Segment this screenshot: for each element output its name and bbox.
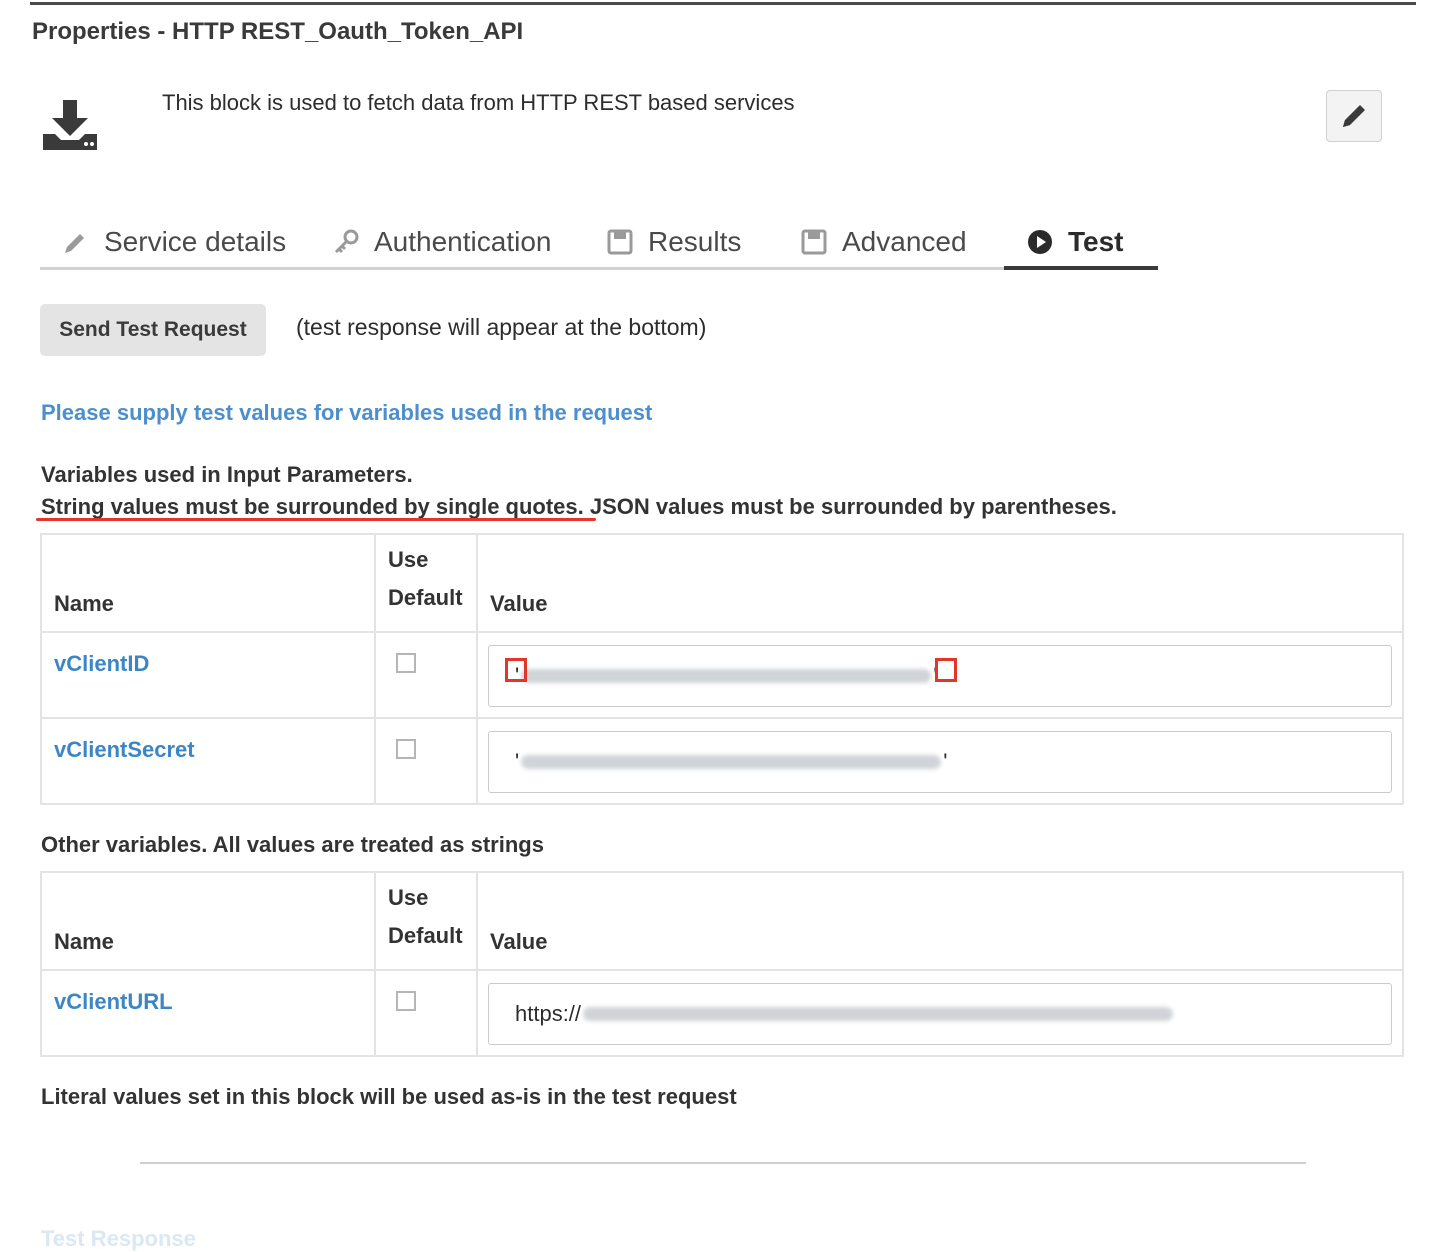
tab-label: Results: [648, 226, 742, 257]
table-header-row: Name Use Default Value: [40, 533, 1404, 633]
use-default-checkbox[interactable]: [396, 991, 416, 1011]
active-tab-indicator: [1004, 266, 1158, 270]
column-name: Name: [40, 533, 376, 633]
save-icon: [606, 228, 634, 256]
supply-heading: Please supply test values for variables …: [41, 400, 653, 425]
use-default-cell: [374, 717, 478, 805]
top-border: [30, 2, 1416, 5]
play-circle-icon: [1026, 228, 1054, 256]
redacted-value: [521, 755, 942, 769]
other-variables-label: Other variables. All values are treated …: [41, 832, 544, 857]
literal-note: Literal values set in this block will be…: [41, 1084, 737, 1109]
annotation-underline: [36, 518, 596, 521]
tab-authentication[interactable]: Authentication: [332, 218, 551, 266]
tab-label: Advanced: [842, 226, 967, 257]
page-title: Properties - HTTP REST_Oauth_Token_API: [32, 18, 524, 45]
value-suffix: ': [943, 749, 948, 774]
table-header-row: Name Use Default Value: [40, 871, 1404, 971]
input-params-label: Variables used in Input Parameters.: [41, 462, 413, 487]
other-variables-table: Name Use Default Value vClientURL https:/…: [40, 871, 1404, 1057]
use-default-checkbox[interactable]: [396, 653, 416, 673]
json-rule: JSON values must be surrounded by parent…: [583, 494, 1117, 519]
column-use-default: Use Default: [374, 871, 478, 971]
tab-bar: Service details Authentication Results A…: [40, 218, 1158, 270]
block-description: This block is used to fetch data from HT…: [162, 90, 795, 115]
test-response-heading: Test Response: [41, 1226, 196, 1251]
value-prefix: ': [515, 749, 520, 774]
download-icon: [43, 100, 97, 150]
column-value: Value: [476, 871, 1404, 971]
tab-service-details[interactable]: Service details: [62, 218, 286, 266]
edit-button[interactable]: [1326, 90, 1382, 142]
table-row: vClientURL https://: [40, 969, 1404, 1057]
client-id-input[interactable]: ' ': [488, 645, 1392, 707]
annotation-box-end: [935, 658, 957, 682]
column-name: Name: [40, 871, 376, 971]
annotation-box-start: [505, 658, 527, 682]
send-test-request-button[interactable]: Send Test Request: [40, 304, 266, 356]
save-icon: [800, 228, 828, 256]
variable-name: vClientURL: [40, 969, 376, 1057]
redacted-value: [521, 669, 932, 683]
string-rule: String values must be surrounded by sing…: [41, 494, 584, 519]
table-row: vClientSecret ' ': [40, 717, 1404, 805]
value-prefix: https://: [515, 1001, 582, 1026]
column-use-default: Use Default: [374, 533, 478, 633]
value-cell: ' ': [476, 717, 1404, 805]
variable-name: vClientSecret: [40, 717, 376, 805]
use-default-cell: [374, 631, 478, 719]
divider: [140, 1162, 1306, 1164]
tab-label: Test: [1068, 226, 1124, 257]
value-cell: ' ': [476, 631, 1404, 719]
tab-baseline: [40, 267, 1004, 270]
redacted-value: [583, 1007, 1174, 1021]
tab-advanced[interactable]: Advanced: [800, 218, 967, 266]
tab-label: Authentication: [374, 226, 552, 257]
column-value: Value: [476, 533, 1404, 633]
pencil-icon: [62, 228, 90, 256]
send-note: (test response will appear at the bottom…: [296, 314, 707, 340]
client-url-input[interactable]: https://: [488, 983, 1392, 1045]
input-variables-table: Name Use Default Value vClientID ' ' vCli…: [40, 533, 1404, 805]
pencil-icon: [1343, 105, 1365, 127]
variable-name: vClientID: [40, 631, 376, 719]
quote-rules: String values must be surrounded by sing…: [41, 494, 1117, 520]
value-cell: https://: [476, 969, 1404, 1057]
tab-test[interactable]: Test: [1026, 218, 1124, 266]
tab-label: Service details: [104, 226, 287, 257]
tab-results[interactable]: Results: [606, 218, 741, 266]
use-default-checkbox[interactable]: [396, 739, 416, 759]
table-row: vClientID ' ': [40, 631, 1404, 719]
use-default-cell: [374, 969, 478, 1057]
client-secret-input[interactable]: ' ': [488, 731, 1392, 793]
key-icon: [332, 228, 360, 256]
